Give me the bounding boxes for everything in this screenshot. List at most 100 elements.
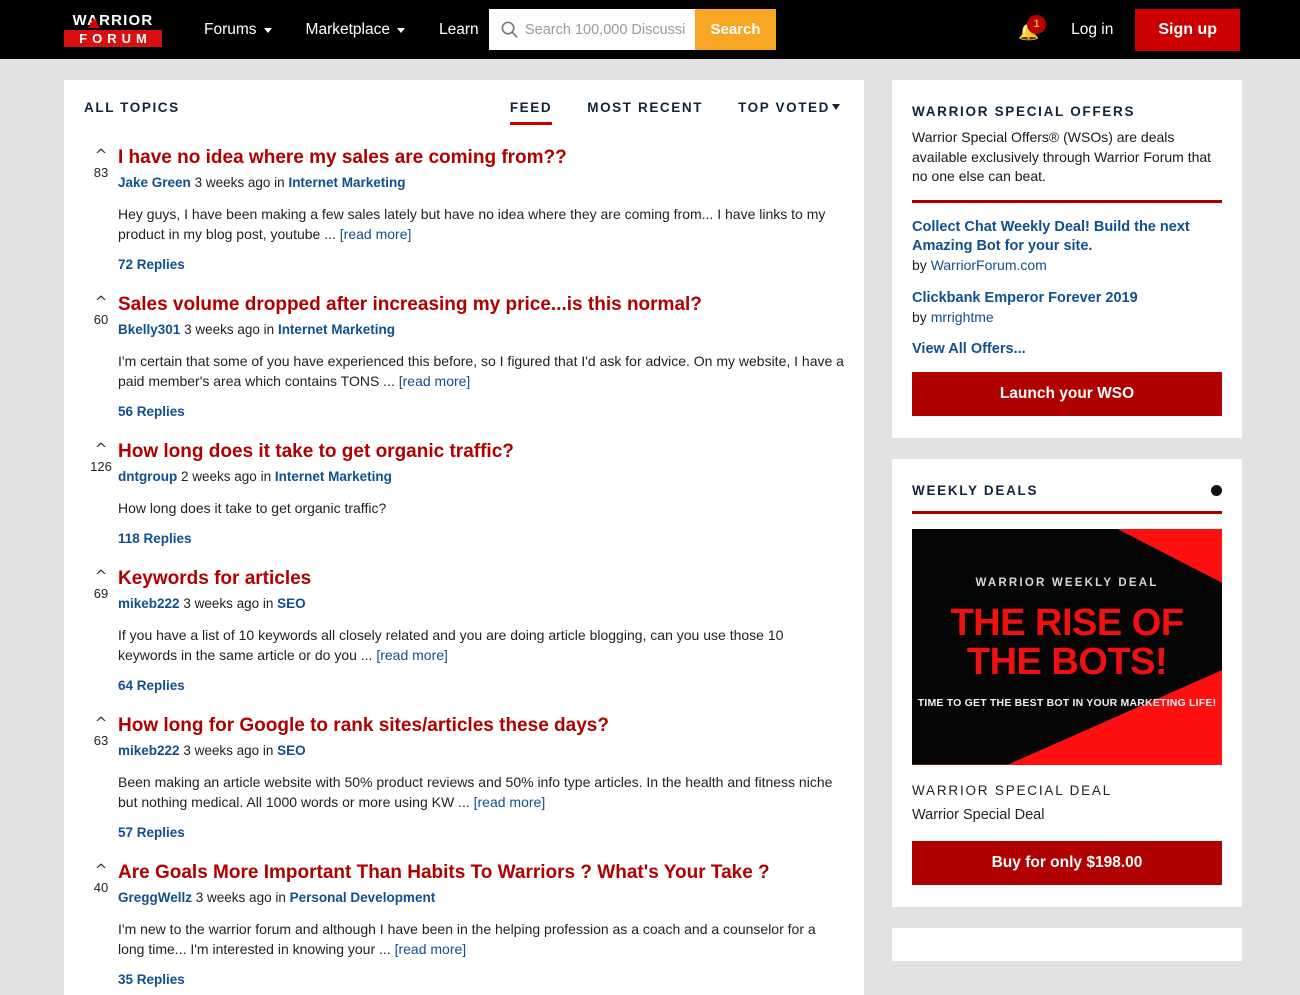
- topic-excerpt: Been making an article website with 50% …: [118, 772, 844, 812]
- topic-row: ^ 63 How long for Google to rank sites/a…: [84, 693, 844, 840]
- vote-column: ^ 126: [84, 440, 118, 546]
- tab-most-recent[interactable]: MOST RECENT: [587, 100, 703, 122]
- vote-count: 83: [93, 165, 109, 180]
- carousel-dot-icon[interactable]: [1211, 484, 1222, 496]
- wso-title: WARRIOR SPECIAL OFFERS: [912, 104, 1136, 119]
- topic-category-link[interactable]: Internet Marketing: [275, 469, 392, 484]
- tab-label: FEED: [509, 100, 553, 115]
- tab-label: TOP VOTED: [738, 100, 830, 115]
- read-more-link[interactable]: [read more]: [376, 647, 448, 663]
- search-icon: [501, 21, 518, 38]
- vote-count: 60: [93, 312, 109, 327]
- view-all-offers-link[interactable]: View All Offers...: [912, 341, 1222, 357]
- divider: [912, 510, 1222, 514]
- topic-content: How long for Google to rank sites/articl…: [118, 714, 844, 840]
- upvote-icon[interactable]: ^: [84, 716, 118, 731]
- nav-item-forums[interactable]: Forums: [204, 21, 272, 39]
- upvote-icon[interactable]: ^: [84, 569, 118, 584]
- offer-author-link[interactable]: WarriorForum.com: [931, 257, 1047, 273]
- topic-category-link[interactable]: Internet Marketing: [288, 175, 405, 190]
- in-word: in: [275, 890, 286, 905]
- upvote-icon[interactable]: ^: [84, 148, 118, 163]
- topic-row: ^ 69 Keywords for articles mikeb222 3 we…: [84, 546, 844, 693]
- wso-description: Warrior Special Offers® (WSOs) are deals…: [912, 129, 1212, 184]
- topic-replies-link[interactable]: 56 Replies: [118, 404, 844, 419]
- chevron-down-icon: [832, 104, 840, 110]
- search-field-wrapper[interactable]: [489, 9, 695, 50]
- topic-excerpt: I'm certain that some of you have experi…: [118, 351, 844, 391]
- topic-row: ^ 60 Sales volume dropped after increasi…: [84, 272, 844, 419]
- in-word: in: [263, 322, 275, 337]
- topic-content: Sales volume dropped after increasing my…: [118, 293, 844, 419]
- topic-author-link[interactable]: dntgroup: [118, 469, 177, 484]
- buy-deal-button[interactable]: Buy for only $198.00: [912, 840, 1222, 885]
- topic-row: ^ 126 How long does it take to get organ…: [84, 419, 844, 546]
- signup-button[interactable]: Sign up: [1135, 8, 1240, 51]
- read-more-link[interactable]: [read more]: [395, 941, 467, 957]
- topic-title-link[interactable]: Are Goals More Important Than Habits To …: [118, 861, 844, 884]
- topic-title-link[interactable]: Sales volume dropped after increasing my…: [118, 293, 844, 316]
- excerpt-text: If you have a list of 10 keywords all cl…: [118, 627, 784, 663]
- weekly-deals-title: WEEKLY DEALS: [912, 482, 1039, 498]
- upvote-icon[interactable]: ^: [84, 442, 118, 457]
- topic-replies-link[interactable]: 57 Replies: [118, 825, 844, 840]
- read-more-link[interactable]: [read more]: [474, 794, 546, 810]
- topic-byline: mikeb222 3 weeks ago in SEO: [118, 595, 844, 612]
- nav-item-learn[interactable]: Learn: [439, 21, 479, 39]
- offer-title-link[interactable]: Collect Chat Weekly Deal! Build the next…: [912, 218, 1222, 256]
- topic-title-link[interactable]: How long does it take to get organic tra…: [118, 440, 844, 463]
- search-input[interactable]: [525, 21, 685, 38]
- search-button[interactable]: Search: [695, 9, 776, 50]
- logo-wordmark-top: WARRIOR: [72, 11, 154, 29]
- deal-name: Warrior Special Deal: [912, 806, 1045, 823]
- offer-byline: by WarriorForum.com: [912, 256, 1222, 275]
- deal-banner-image[interactable]: WARRIOR WEEKLY DEAL THE RISE OF THE BOTS…: [912, 528, 1222, 765]
- topic-title-link[interactable]: How long for Google to rank sites/articl…: [118, 714, 844, 737]
- read-more-link[interactable]: [read more]: [399, 373, 471, 389]
- notifications-button[interactable]: 🔔 1: [1013, 14, 1047, 45]
- topic-category-link[interactable]: SEO: [277, 743, 306, 758]
- topic-category-link[interactable]: Internet Marketing: [278, 322, 395, 337]
- site-logo[interactable]: WARRIOR FORUM: [64, 11, 162, 47]
- by-prefix: by: [912, 308, 927, 325]
- topic-category-link[interactable]: SEO: [277, 596, 306, 611]
- topic-title-link[interactable]: I have no idea where my sales are coming…: [118, 146, 844, 169]
- topic-time: 3 weeks ago: [195, 890, 272, 905]
- topic-category-link[interactable]: Personal Development: [290, 890, 436, 905]
- topic-replies-link[interactable]: 72 Replies: [118, 257, 844, 272]
- nav-item-marketplace[interactable]: Marketplace: [306, 21, 405, 39]
- in-word: in: [260, 469, 272, 484]
- topic-byline: Bkelly301 3 weeks ago in Internet Market…: [118, 321, 844, 338]
- upvote-icon[interactable]: ^: [84, 295, 118, 310]
- read-more-link[interactable]: [read more]: [340, 226, 412, 242]
- offer-author-link[interactable]: mrrightme: [931, 309, 994, 325]
- topic-author-link[interactable]: mikeb222: [118, 596, 180, 611]
- topic-title-link[interactable]: Keywords for articles: [118, 567, 844, 590]
- tab-feed[interactable]: FEED: [509, 100, 553, 125]
- topic-author-link[interactable]: Jake Green: [118, 175, 191, 190]
- excerpt-text: How long does it take to get organic tra…: [118, 500, 387, 516]
- upvote-icon[interactable]: ^: [84, 863, 118, 878]
- topic-content: How long does it take to get organic tra…: [118, 440, 844, 546]
- topic-replies-link[interactable]: 35 Replies: [118, 972, 844, 987]
- vote-column: ^ 40: [84, 861, 118, 987]
- topic-byline: GreggWellz 3 weeks ago in Personal Devel…: [118, 889, 844, 906]
- nav-label: Marketplace: [305, 20, 390, 38]
- offer-title-link[interactable]: Clickbank Emperor Forever 2019: [912, 289, 1222, 308]
- nav-label: Forums: [204, 20, 257, 38]
- topics-list: ^ 83 I have no idea where my sales are c…: [64, 125, 864, 995]
- site-header: WARRIOR FORUM Forums Marketplace Learn S…: [0, 0, 1300, 59]
- topic-author-link[interactable]: Bkelly301: [118, 322, 180, 337]
- topic-author-link[interactable]: mikeb222: [118, 743, 180, 758]
- launch-wso-button[interactable]: Launch your WSO: [912, 371, 1222, 416]
- topic-replies-link[interactable]: 118 Replies: [118, 531, 844, 546]
- topic-time: 3 weeks ago: [183, 596, 260, 611]
- vote-count: 69: [93, 586, 109, 601]
- topic-author-link[interactable]: GreggWellz: [118, 890, 192, 905]
- topic-replies-link[interactable]: 64 Replies: [118, 678, 844, 693]
- tab-top-voted[interactable]: TOP VOTED: [738, 100, 840, 122]
- weekly-deals-card: WEEKLY DEALS WARRIOR WEEKLY DEAL THE RIS…: [892, 458, 1242, 907]
- login-link[interactable]: Log in: [1071, 21, 1113, 39]
- banner-subline: TIME TO GET THE BEST BOT IN YOUR MARKETI…: [917, 696, 1217, 709]
- topic-content: Are Goals More Important Than Habits To …: [118, 861, 844, 987]
